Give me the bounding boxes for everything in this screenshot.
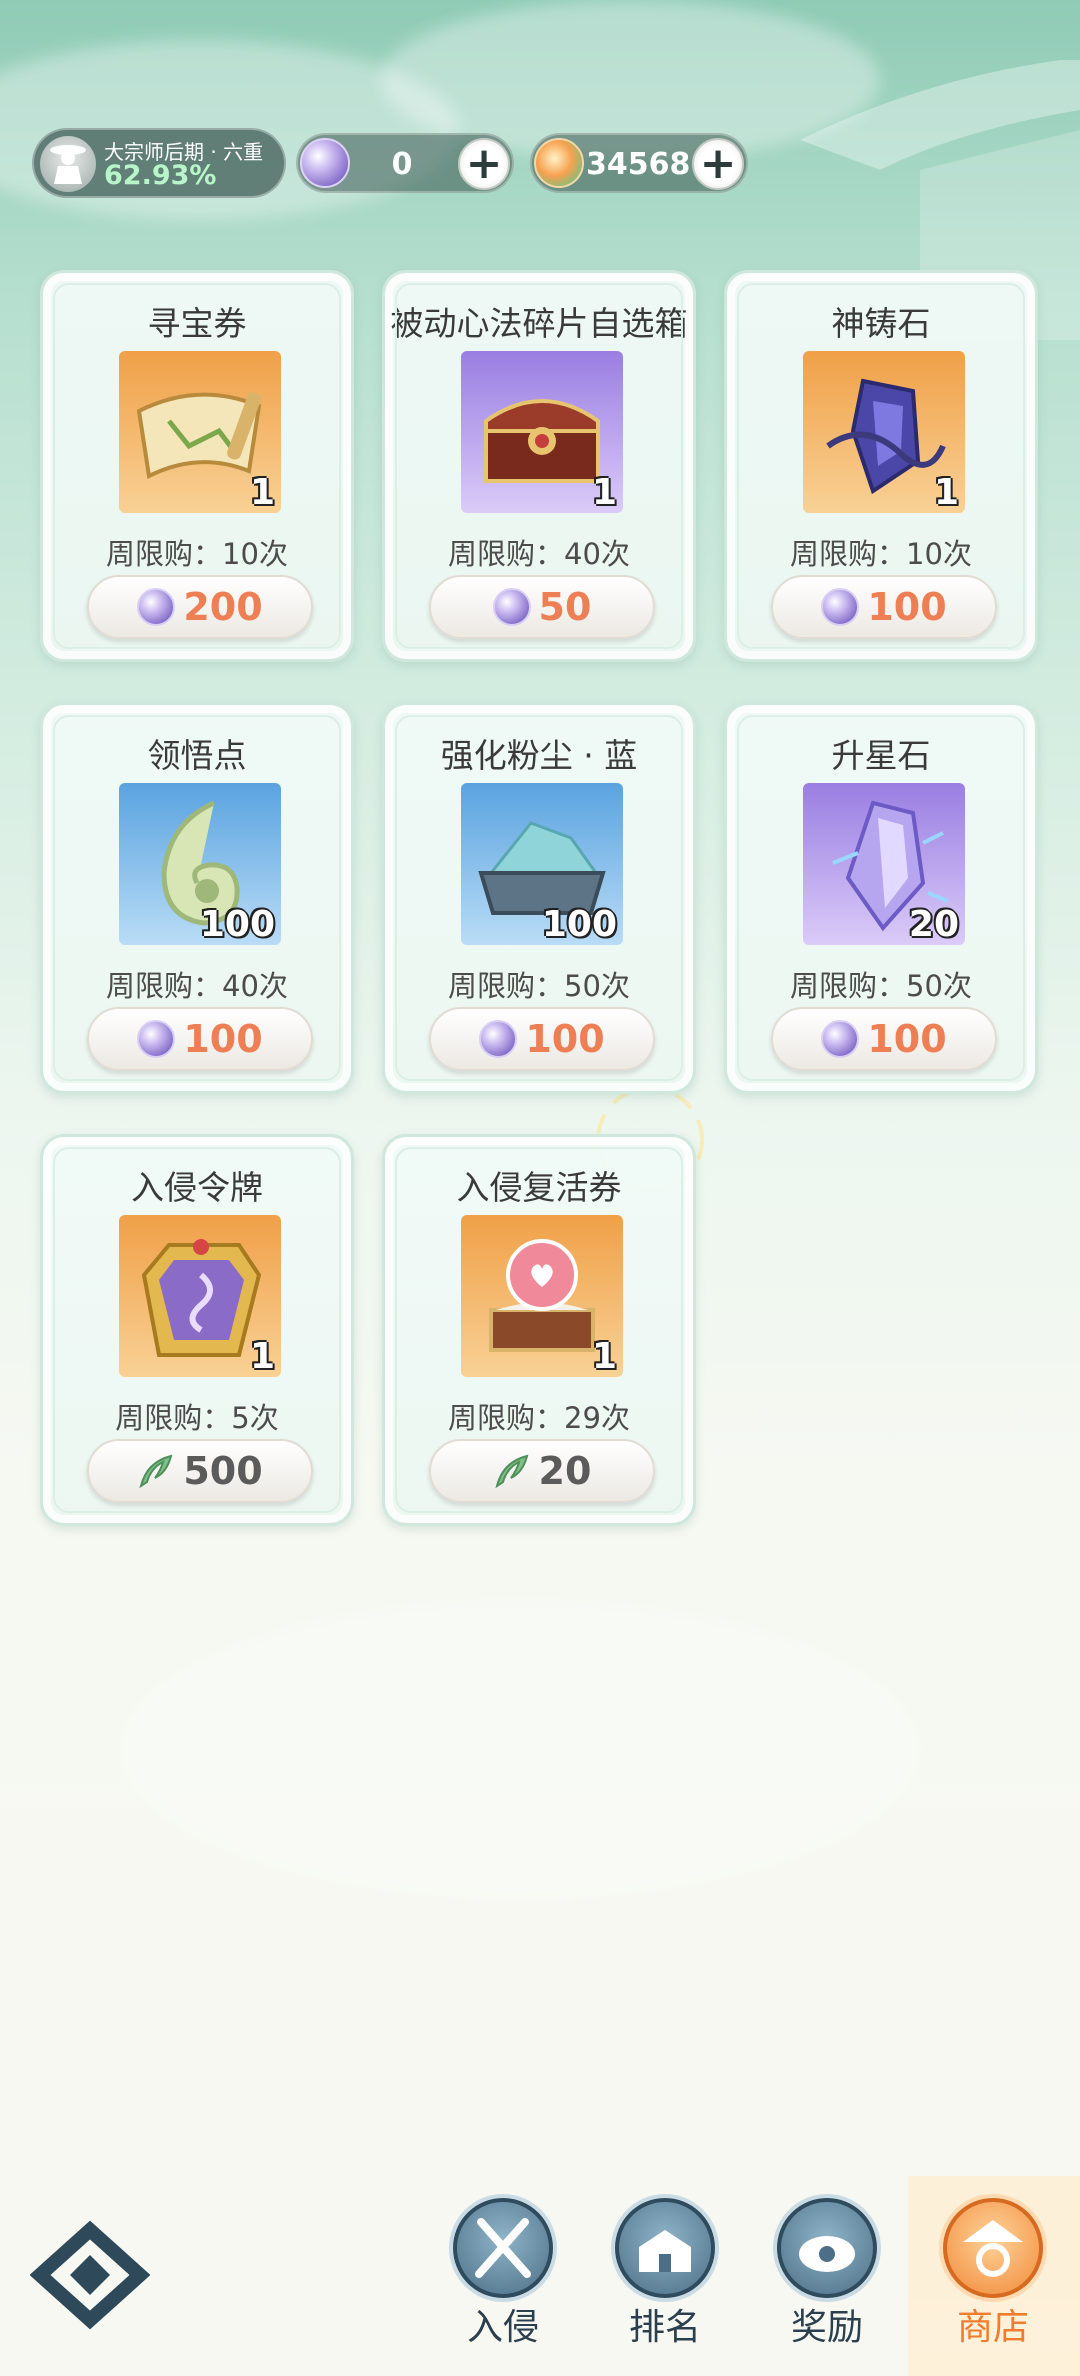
- item-image: 1: [461, 351, 623, 513]
- currency-orb: 0 +: [296, 133, 514, 193]
- tab-invade[interactable]: 入侵: [438, 2190, 568, 2360]
- rank-percent: 62.93%: [104, 160, 217, 191]
- item-name: 领悟点: [147, 736, 247, 775]
- item-count: 1: [249, 1336, 275, 1377]
- price: 100: [867, 585, 947, 629]
- item-name: 神铸石: [831, 304, 931, 343]
- orb-currency-icon: [492, 588, 531, 626]
- crossed-swords-icon: [453, 2198, 553, 2298]
- item-name: 寻宝券: [147, 304, 247, 343]
- item-count: 1: [249, 472, 275, 513]
- item-count: 1: [591, 1336, 617, 1377]
- item-count: 20: [908, 904, 959, 945]
- buy-button[interactable]: 100: [429, 1007, 655, 1071]
- item-name: 升星石: [831, 736, 931, 775]
- currency-jade: 34568 +: [530, 133, 748, 193]
- shop-item-card[interactable]: 被动心法碎片自选箱 1 周限购：40次 50: [382, 270, 696, 662]
- currency-jade-value: 34568: [586, 147, 691, 182]
- tab-shop[interactable]: 商店: [928, 2190, 1058, 2360]
- buy-button[interactable]: 100: [771, 575, 997, 639]
- item-image: 1: [803, 351, 965, 513]
- shop-pavilion-icon: [943, 2198, 1043, 2298]
- shop-item-card[interactable]: 领悟点 100 周限购：40次 100: [40, 702, 354, 1094]
- back-icon[interactable]: [30, 2220, 150, 2330]
- item-count: 100: [199, 904, 275, 945]
- tab-rank-label: 排名: [628, 2307, 701, 2348]
- orb-currency-icon: [300, 138, 350, 188]
- buy-button[interactable]: 500: [87, 1439, 313, 1503]
- buy-button[interactable]: 100: [771, 1007, 997, 1071]
- buy-button[interactable]: 20: [429, 1439, 655, 1503]
- currency-orb-value: 0: [391, 147, 413, 182]
- price: 20: [538, 1449, 592, 1493]
- tab-shop-label: 商店: [956, 2307, 1029, 2348]
- orb-currency-icon: [137, 1020, 176, 1058]
- item-image: 100: [461, 783, 623, 945]
- item-name: 入侵令牌: [131, 1168, 263, 1207]
- add-orb-button[interactable]: +: [458, 138, 510, 190]
- item-count: 1: [591, 472, 617, 513]
- character-icon: [50, 145, 86, 184]
- orb-currency-icon: [821, 1020, 860, 1058]
- price: 500: [183, 1449, 263, 1493]
- item-count: 100: [541, 904, 617, 945]
- item-name: 入侵复活券: [456, 1168, 622, 1207]
- item-count: 1: [933, 472, 959, 513]
- purchase-limit: 周限购：50次: [448, 969, 630, 1003]
- treasure-bag-icon: [777, 2198, 877, 2298]
- buy-button[interactable]: 50: [429, 575, 655, 639]
- purchase-limit: 周限购：29次: [448, 1401, 630, 1435]
- item-image: 1: [461, 1215, 623, 1377]
- jade-currency-icon: [534, 138, 584, 188]
- temple-icon: [615, 2198, 715, 2298]
- shop-item-card[interactable]: 寻宝券 1 周限购：10次 200: [40, 270, 354, 662]
- shop-item-card[interactable]: 入侵复活券 1 周限购：29次 20: [382, 1134, 696, 1526]
- orb-currency-icon: [821, 588, 860, 626]
- item-image: 20: [803, 783, 965, 945]
- buy-button[interactable]: 100: [87, 1007, 313, 1071]
- item-name: 被动心法碎片自选箱: [390, 304, 688, 343]
- purchase-limit: 周限购：40次: [106, 969, 288, 1003]
- purchase-limit: 周限购：5次: [115, 1401, 279, 1435]
- purchase-limit: 周限购：10次: [106, 537, 288, 571]
- tab-invade-label: 入侵: [466, 2307, 539, 2348]
- shop-item-card[interactable]: 神铸石 1 周限购：10次 100: [724, 270, 1038, 662]
- shop-item-card[interactable]: 强化粉尘 · 蓝 100 周限购：50次 100: [382, 702, 696, 1094]
- price: 100: [183, 1017, 263, 1061]
- price: 100: [525, 1017, 605, 1061]
- tab-rank[interactable]: 排名: [600, 2190, 730, 2360]
- price: 100: [867, 1017, 947, 1061]
- leaf-currency-icon: [494, 1454, 528, 1489]
- tab-reward-label: 奖励: [790, 2307, 863, 2348]
- item-image: 100: [119, 783, 281, 945]
- purchase-limit: 周限购：10次: [790, 537, 972, 571]
- tab-reward[interactable]: 奖励: [762, 2190, 892, 2360]
- buy-button[interactable]: 200: [87, 575, 313, 639]
- item-image: 1: [119, 351, 281, 513]
- orb-currency-icon: [137, 588, 176, 626]
- purchase-limit: 周限购：40次: [448, 537, 630, 571]
- shop-item-card[interactable]: 升星石 20 周限购：50次 100: [724, 702, 1038, 1094]
- price: 50: [538, 585, 592, 629]
- add-jade-button[interactable]: +: [692, 138, 744, 190]
- purchase-limit: 周限购：50次: [790, 969, 972, 1003]
- shop-item-card[interactable]: 入侵令牌 1 周限购：5次 500: [40, 1134, 354, 1526]
- avatar[interactable]: [40, 136, 96, 192]
- item-name: 强化粉尘 · 蓝: [440, 736, 638, 775]
- top-bar: 大宗师后期 · 六重 62.93% 0 + 34568 +: [32, 128, 1052, 198]
- price: 200: [183, 585, 263, 629]
- orb-currency-icon: [479, 1020, 518, 1058]
- rank-panel[interactable]: 大宗师后期 · 六重 62.93%: [32, 128, 286, 198]
- item-image: 1: [119, 1215, 281, 1377]
- leaf-currency-icon: [139, 1454, 173, 1489]
